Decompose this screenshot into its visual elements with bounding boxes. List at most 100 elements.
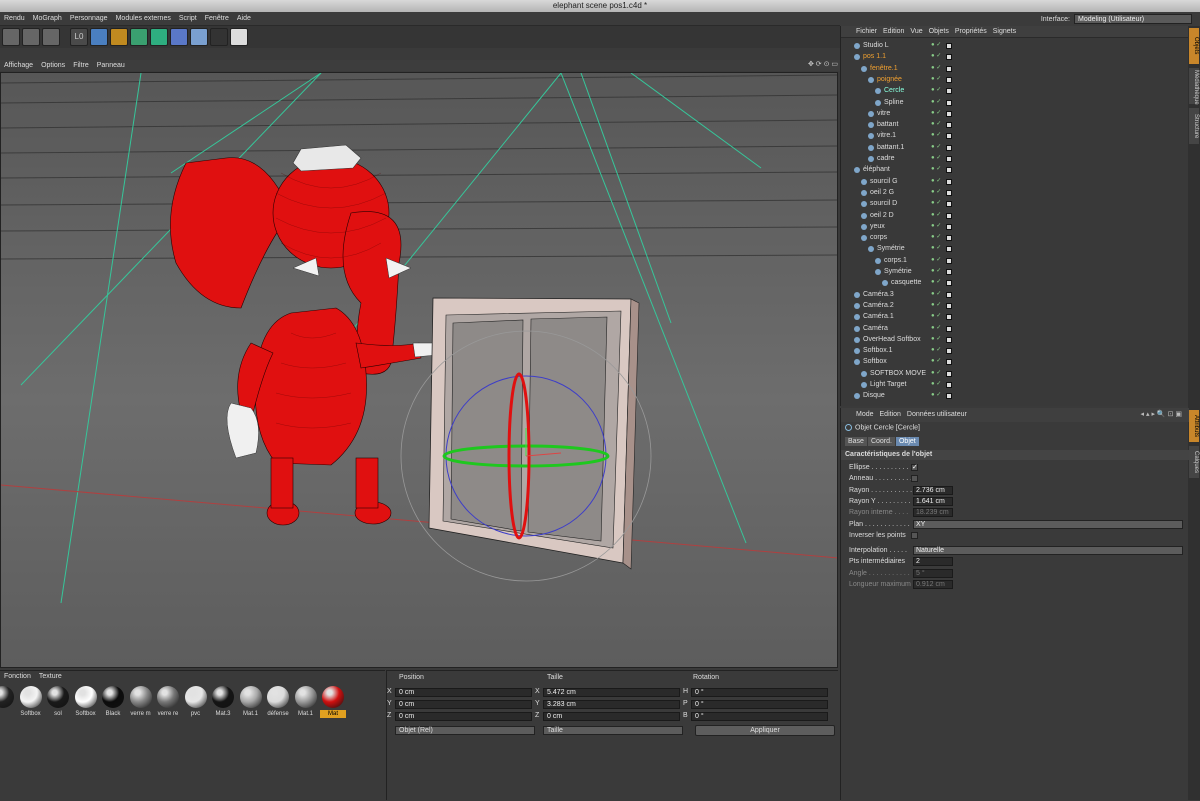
object-row[interactable]: casquette ● ✓ [841, 277, 1189, 288]
attribute-tab[interactable]: Coord. [867, 437, 895, 446]
object-row[interactable]: sourcil G ● ✓ [841, 176, 1189, 187]
coordinate-mode-dropdown[interactable]: Objet (Rel) [395, 726, 535, 735]
attribute-field[interactable]: 0.912 cm [913, 580, 953, 589]
object-row[interactable]: yeux ● ✓ [841, 221, 1189, 232]
material-swatch[interactable]: verre re [155, 686, 181, 718]
object-name[interactable]: Caméra.3 [863, 289, 894, 300]
material-ball[interactable] [212, 686, 234, 708]
material-tag-icon[interactable] [946, 76, 952, 83]
object-row[interactable]: Caméra ● ✓ [841, 323, 1189, 334]
object-row[interactable]: Cercle ● ✓ [841, 85, 1189, 96]
material-ball[interactable] [102, 686, 124, 708]
rotation-field[interactable]: 0 ° [691, 700, 828, 709]
visibility-toggle-icon[interactable]: ● ✓ [931, 390, 941, 401]
floor-icon[interactable] [190, 28, 208, 46]
object-row[interactable]: oeil 2 G ● ✓ [841, 187, 1189, 198]
object-name[interactable]: SOFTBOX MOVE [870, 368, 926, 379]
light-icon[interactable] [230, 28, 248, 46]
visibility-toggle-icon[interactable]: ● ✓ [931, 356, 941, 367]
material-ball[interactable] [47, 686, 69, 708]
material-tag-icon[interactable] [946, 65, 952, 72]
visibility-toggle-icon[interactable]: ● ✓ [931, 334, 941, 345]
visibility-toggle-icon[interactable]: ● ✓ [931, 221, 941, 232]
material-tag-icon[interactable] [946, 302, 952, 309]
visibility-toggle-icon[interactable]: ● ✓ [931, 85, 941, 96]
object-row[interactable]: Caméra.1 ● ✓ [841, 311, 1189, 322]
attribute-menu-item[interactable]: Edition [877, 408, 904, 422]
object-name[interactable]: Spline [884, 97, 903, 108]
material-tag-icon[interactable] [946, 178, 952, 185]
visibility-toggle-icon[interactable]: ● ✓ [931, 232, 941, 243]
object-row[interactable]: poignée ● ✓ [841, 74, 1189, 85]
viewport-menu-item[interactable]: Options [37, 60, 69, 71]
visibility-toggle-icon[interactable]: ● ✓ [931, 51, 941, 62]
material-swatch[interactable]: Mat [320, 686, 346, 718]
material-tag-icon[interactable] [946, 133, 952, 140]
object-name[interactable]: cadre [877, 153, 895, 164]
visibility-toggle-icon[interactable]: ● ✓ [931, 323, 941, 334]
null-object-icon[interactable]: L0 [70, 28, 88, 46]
visibility-toggle-icon[interactable]: ● ✓ [931, 97, 941, 108]
visibility-toggle-icon[interactable]: ● ✓ [931, 300, 941, 311]
visibility-toggle-icon[interactable]: ● ✓ [931, 40, 941, 51]
3d-viewport[interactable] [0, 72, 838, 668]
attribute-checkbox[interactable] [911, 475, 918, 483]
object-name[interactable]: poignée [877, 74, 902, 85]
material-swatch[interactable]: Mat.3 [210, 686, 236, 718]
material-tag-icon[interactable] [946, 223, 952, 230]
object-name[interactable]: pos 1.1 [863, 51, 886, 62]
menu-item[interactable]: Script [175, 12, 201, 26]
visibility-toggle-icon[interactable]: ● ✓ [931, 153, 941, 164]
material-tag-icon[interactable] [946, 167, 952, 174]
material-ball[interactable] [0, 686, 14, 708]
menu-item[interactable]: Aide [233, 12, 255, 26]
material-swatch[interactable]: Mat.1 [293, 686, 319, 718]
material-tag-icon[interactable] [946, 257, 952, 264]
object-name[interactable]: Softbox.1 [863, 345, 893, 356]
visibility-toggle-icon[interactable]: ● ✓ [931, 187, 941, 198]
object-row[interactable]: Softbox ● ✓ [841, 356, 1189, 367]
material-ball[interactable] [157, 686, 179, 708]
object-name[interactable]: battant.1 [877, 142, 904, 153]
deformer-icon[interactable] [170, 28, 188, 46]
viewport-nav-icons[interactable]: ✥ ⟳ ⊙ ▭ [808, 60, 838, 68]
object-menu-item[interactable]: Fichier [853, 26, 880, 38]
render-picture-icon[interactable] [22, 28, 40, 46]
material-swatch[interactable]: Softbox [73, 686, 99, 718]
material-tag-icon[interactable] [946, 280, 952, 287]
rotation-field[interactable]: 0 ° [691, 712, 828, 721]
side-tab[interactable]: Attributs [1189, 410, 1199, 442]
material-tag-icon[interactable] [946, 54, 952, 61]
visibility-toggle-icon[interactable]: ● ✓ [931, 119, 941, 130]
material-tag-icon[interactable] [946, 43, 952, 49]
attribute-tab[interactable]: Base [845, 437, 867, 446]
material-swatch[interactable]: pvc [183, 686, 209, 718]
object-name[interactable]: sourcil G [870, 176, 898, 187]
visibility-toggle-icon[interactable]: ● ✓ [931, 108, 941, 119]
material-tag-icon[interactable] [946, 110, 952, 117]
object-name[interactable]: yeux [870, 221, 885, 232]
size-field[interactable]: 0 cm [543, 712, 680, 721]
visibility-toggle-icon[interactable]: ● ✓ [931, 255, 941, 266]
object-menu-item[interactable]: Vue [907, 26, 925, 38]
attribute-checkbox[interactable] [911, 531, 918, 539]
object-name[interactable]: OverHead Softbox [863, 334, 921, 345]
material-ball[interactable] [294, 686, 317, 708]
object-name[interactable]: fenêtre.1 [870, 63, 898, 74]
size-field[interactable]: 5.472 cm [543, 688, 680, 697]
visibility-toggle-icon[interactable]: ● ✓ [931, 142, 941, 153]
array-icon[interactable] [150, 28, 168, 46]
visibility-toggle-icon[interactable]: ● ✓ [931, 368, 941, 379]
object-row[interactable]: Spline ● ✓ [841, 97, 1189, 108]
object-row[interactable]: Caméra.2 ● ✓ [841, 300, 1189, 311]
visibility-toggle-icon[interactable]: ● ✓ [931, 198, 941, 209]
material-tag-icon[interactable] [946, 382, 952, 388]
object-name[interactable]: casquette [891, 277, 921, 288]
object-name[interactable]: Disque [863, 390, 885, 401]
menu-item[interactable]: Rendu [0, 12, 29, 26]
object-name[interactable]: Cercle [884, 85, 904, 96]
material-ball[interactable] [74, 686, 97, 708]
visibility-toggle-icon[interactable]: ● ✓ [931, 164, 941, 175]
object-row[interactable]: Symétrie ● ✓ [841, 266, 1189, 277]
material-tag-icon[interactable] [946, 212, 952, 219]
